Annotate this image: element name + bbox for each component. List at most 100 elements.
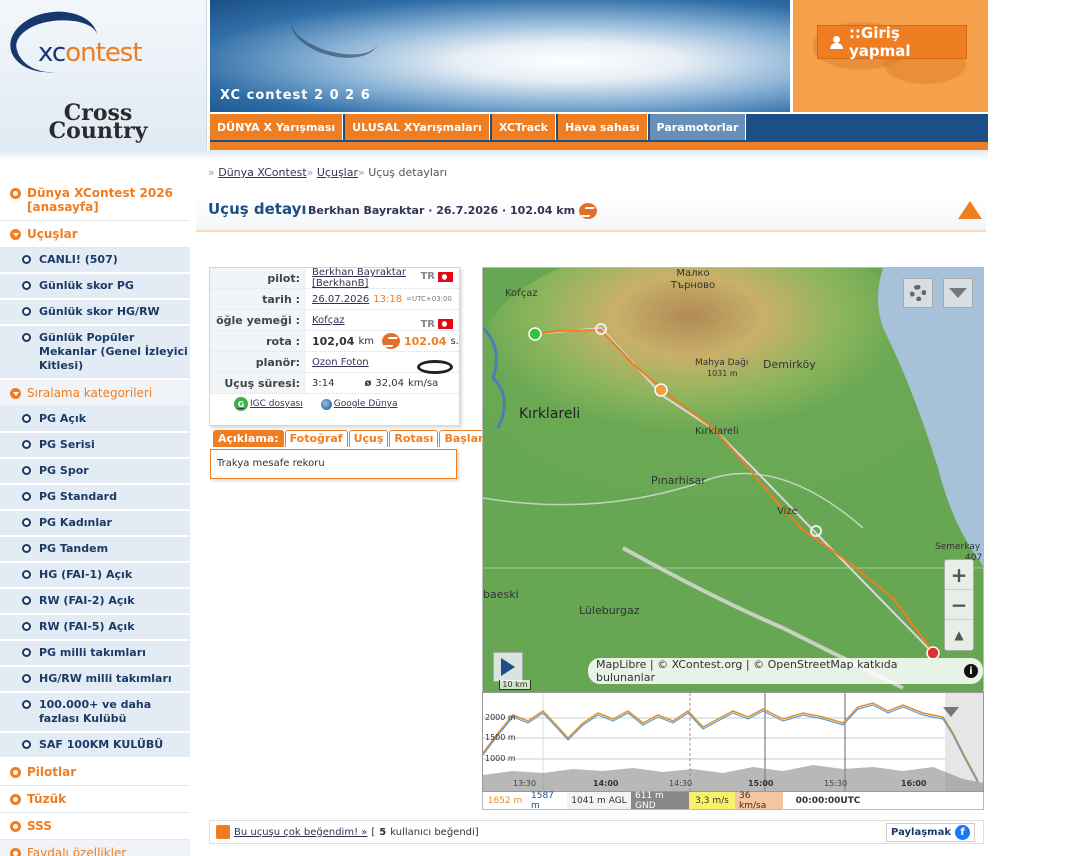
play-button[interactable] (493, 652, 523, 682)
sidebar-item-ranking[interactable]: HG (FAI-1) Açık (0, 563, 190, 589)
sidebar-item-ranking[interactable]: PG Spor (0, 459, 190, 485)
sidebar-item-daily-hg[interactable]: Günlük skor HG/RW (0, 300, 190, 326)
sidebar-label: PG Tandem (39, 542, 109, 555)
like-count: 5 (379, 826, 387, 838)
sidebar-label: CANLI! (507) (39, 253, 118, 266)
duration-value: 3:14 ø 32,04 km/sa (306, 378, 459, 389)
share-label: Paylaşmak (891, 827, 951, 838)
x-axis-label: 14:00 (593, 779, 619, 788)
sidebar-item-home[interactable]: Dünya XContest 2026 [anasayfa] (0, 160, 190, 221)
map-menu-button[interactable] (943, 278, 973, 308)
time-readout: 00:00:00UTC (795, 795, 861, 806)
google-earth-link[interactable]: Google Dünya (320, 397, 398, 411)
map-label: Vize (777, 506, 798, 517)
sidebar-label: Pilotlar (27, 765, 77, 779)
flight-map[interactable]: Kofçaz Малко Търново Mahya Dağı 1031 m D… (482, 267, 984, 693)
pilot-link[interactable]: Berkhan Bayraktar (312, 267, 406, 278)
sidebar-item-ranking[interactable]: SAF 100KM KULÜBÜ (0, 733, 190, 759)
sidebar-item-popular-sites[interactable]: Günlük Popüler Mekanlar (Genel İzleyici … (0, 326, 190, 380)
nav-airspace[interactable]: Hava sahası (557, 114, 648, 140)
bullet-icon (22, 492, 31, 501)
sidebar-item-pilots[interactable]: Pilotlar (0, 759, 190, 786)
timezone: =UTC+03:00 (406, 295, 452, 303)
profile-canvas (483, 693, 983, 791)
pilot-label: pilot: (210, 268, 306, 288)
sidebar-item-ranking[interactable]: PG Açık (0, 407, 190, 433)
profile-readouts: 1652 m 1587 m 1041 m AGL 611 m GND 3,3 m… (482, 790, 984, 811)
x-axis-label: 15:30 (824, 779, 848, 788)
sidebar-item-ranking[interactable]: PG milli takımları (0, 641, 190, 667)
igc-label: IGC dosyası (250, 399, 303, 409)
sidebar: Dünya XContest 2026 [anasayfa] Uçuşlar C… (0, 160, 190, 856)
like-bracket: [ (371, 826, 376, 838)
tab-route[interactable]: Rotası (389, 430, 439, 447)
nav-paramotors[interactable]: Paramotorlar (649, 114, 747, 140)
top-nav: DÜNYA X Yarışması ULUSAL XYarışmaları XC… (210, 114, 988, 142)
sidebar-item-ranking[interactable]: PG Kadınlar (0, 511, 190, 537)
compass-button[interactable]: ▲ (945, 620, 973, 650)
altitude-baro: 1587 m (531, 790, 554, 811)
bullet-icon (22, 255, 31, 264)
header-shadow (0, 150, 988, 160)
altitude-profile[interactable]: 2000 m 1500 m 1000 m 13:30 14:00 14:30 1… (482, 692, 984, 792)
zoom-out-button[interactable]: − (945, 590, 973, 620)
sidebar-label: SSS (27, 819, 52, 833)
nav-world[interactable]: DÜNYA X Yarışması (210, 114, 344, 140)
breadcrumb: » Dünya XContest» Uçuşlar» Uçuş detaylar… (208, 166, 448, 179)
map-settings-button[interactable] (903, 278, 933, 308)
pilot-username[interactable]: [BerkhanB] (312, 278, 368, 289)
turkey-flag-icon (438, 271, 453, 282)
like-count-label: kullanıcı beğendi] (390, 826, 479, 838)
sidebar-item-rankings[interactable]: Sıralama kategorileri (0, 380, 190, 407)
breadcrumb-flights[interactable]: Uçuşlar (317, 166, 358, 179)
sidebar-item-ranking[interactable]: HG/RW milli takımları (0, 667, 190, 693)
sidebar-label: PG Spor (39, 464, 89, 477)
description-text: Trakya mesafe rekoru (210, 449, 457, 479)
tab-photos[interactable]: Fotoğraf (284, 430, 348, 447)
x-axis-label: 14:30 (669, 779, 693, 788)
breadcrumb-home[interactable]: Dünya XContest (218, 166, 306, 179)
sidebar-item-ranking[interactable]: RW (FAI-5) Açık (0, 615, 190, 641)
sidebar-item-ranking[interactable]: PG Standard (0, 485, 190, 511)
sidebar-item-features[interactable]: Faydalı özellikler (0, 840, 190, 856)
share-button[interactable]: Paylaşmak f (886, 823, 975, 842)
sidebar-item-faq[interactable]: SSS (0, 813, 190, 840)
zoom-in-button[interactable]: + (945, 560, 973, 590)
map-attribution: MapLibre | © XContest.org | © OpenStreet… (588, 658, 983, 684)
like-link[interactable]: Bu uçuşu çok beğendim! » (234, 827, 367, 838)
nav-divider (210, 142, 988, 150)
logo[interactable]: xcontest Cross Country (0, 0, 207, 160)
sidebar-item-ranking[interactable]: 100.000+ ve daha fazlası Kulübü (0, 693, 190, 733)
sidebar-label: PG Standard (39, 490, 117, 503)
route-unit: km (358, 335, 374, 347)
route-row: rota : 102,04 km 102.04 s. (210, 331, 459, 352)
login-label: ::Giriş yapmal (848, 24, 911, 60)
sidebar-item-live[interactable]: CANLI! (507) (0, 248, 190, 274)
route-value: 102,04 km 102.04 s. (306, 333, 459, 349)
sidebar-item-ranking[interactable]: RW (FAI-2) Açık (0, 589, 190, 615)
route-distance: 102,04 (312, 334, 355, 348)
like-bar: Bu uçuşu çok beğendim! » [ 5 kullanıcı b… (209, 820, 984, 844)
glider-link[interactable]: Ozon Foton (312, 357, 369, 368)
tab-description[interactable]: Açıklama: (213, 430, 284, 447)
info-icon[interactable]: i (964, 664, 978, 678)
sidebar-label: PG milli takımları (39, 646, 146, 659)
nav-xctrack[interactable]: XCTrack (491, 114, 556, 140)
sidebar-label: HG (FAI-1) Açık (39, 568, 133, 581)
sidebar-item-flights[interactable]: Uçuşlar (0, 221, 190, 248)
bullet-icon (22, 740, 31, 749)
date-link[interactable]: 26.07.2026 (312, 294, 369, 305)
sidebar-item-ranking[interactable]: PG Serisi (0, 433, 190, 459)
sidebar-item-daily-pg[interactable]: Günlük skor PG (0, 274, 190, 300)
corner-triangle-icon (958, 201, 982, 219)
login-button[interactable]: ::Giriş yapmal (817, 24, 967, 60)
sidebar-item-ranking[interactable]: PG Tandem (0, 537, 190, 563)
country-badge: TR (420, 319, 453, 330)
nav-national[interactable]: ULUSAL XYarışmaları (345, 114, 490, 140)
bullet-icon (22, 281, 31, 290)
chevron-down-icon (10, 388, 21, 399)
sidebar-item-rules[interactable]: Tüzük (0, 786, 190, 813)
tab-flight[interactable]: Uçuş (348, 430, 389, 447)
launch-link[interactable]: Kofçaz (312, 315, 345, 326)
igc-download-link[interactable]: G IGC dosyası (234, 397, 303, 411)
